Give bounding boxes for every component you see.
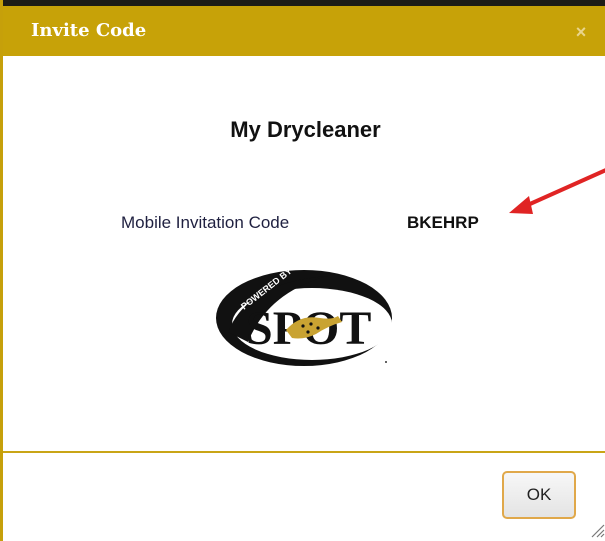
store-name: My Drycleaner — [230, 117, 381, 142]
invite-code-dialog: Invite Code × My Drycleaner Mobile Invit… — [0, 0, 605, 541]
resize-grip-icon[interactable] — [589, 522, 605, 538]
close-icon[interactable]: × — [571, 22, 591, 42]
invitation-code-label: Mobile Invitation Code — [121, 213, 290, 232]
ok-button[interactable]: OK — [502, 471, 576, 519]
footer-divider — [3, 451, 605, 453]
spot-logo: POWERED BY SPOT — [216, 266, 392, 366]
dialog-title: Invite Code — [31, 20, 147, 41]
invitation-code-value: BKEHRP — [407, 213, 479, 232]
dialog-titlebar[interactable]: Invite Code × — [3, 0, 605, 56]
red-arrow-icon — [509, 168, 605, 214]
